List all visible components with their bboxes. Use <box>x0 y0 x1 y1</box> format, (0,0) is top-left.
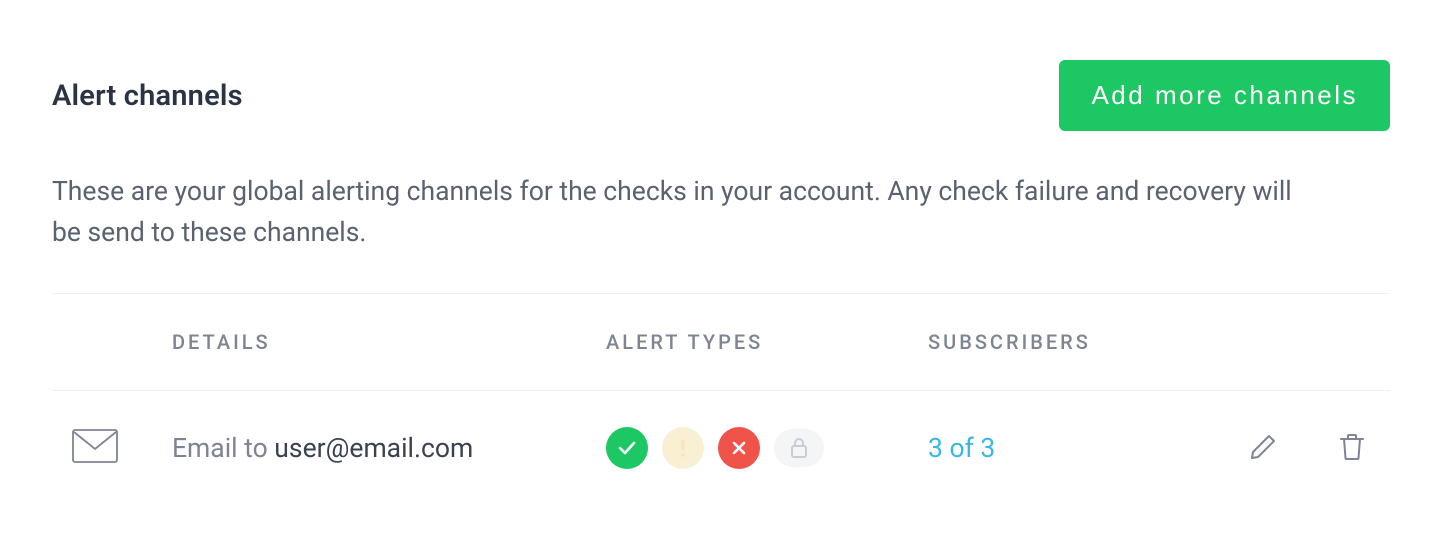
add-more-channels-button[interactable]: Add more channels <box>1059 60 1390 131</box>
column-header-details: DETAILS <box>172 330 606 354</box>
page-description: These are your global alerting channels … <box>52 171 1312 253</box>
page-title: Alert channels <box>52 79 243 113</box>
delete-button[interactable] <box>1334 428 1370 469</box>
check-icon <box>606 427 648 469</box>
lock-icon <box>774 429 824 467</box>
column-header-alert-types: ALERT TYPES <box>606 330 928 354</box>
table-row: Email to user@email.com <box>52 391 1390 505</box>
x-icon <box>718 427 760 469</box>
channel-details: Email to user@email.com <box>172 433 473 464</box>
table-header: DETAILS ALERT TYPES SUBSCRIBERS <box>52 293 1390 391</box>
envelope-icon <box>72 429 118 467</box>
subscribers-link[interactable]: 3 of 3 <box>928 433 995 464</box>
warning-icon <box>662 427 704 469</box>
channel-prefix: Email to <box>172 433 274 464</box>
column-header-subscribers: SUBSCRIBERS <box>928 330 1184 354</box>
trash-icon <box>1338 432 1366 465</box>
channel-address: user@email.com <box>274 433 473 464</box>
alert-type-badges <box>606 427 824 469</box>
edit-button[interactable] <box>1244 428 1282 469</box>
channels-table: DETAILS ALERT TYPES SUBSCRIBERS Email to… <box>52 293 1390 505</box>
pencil-icon <box>1248 432 1278 465</box>
